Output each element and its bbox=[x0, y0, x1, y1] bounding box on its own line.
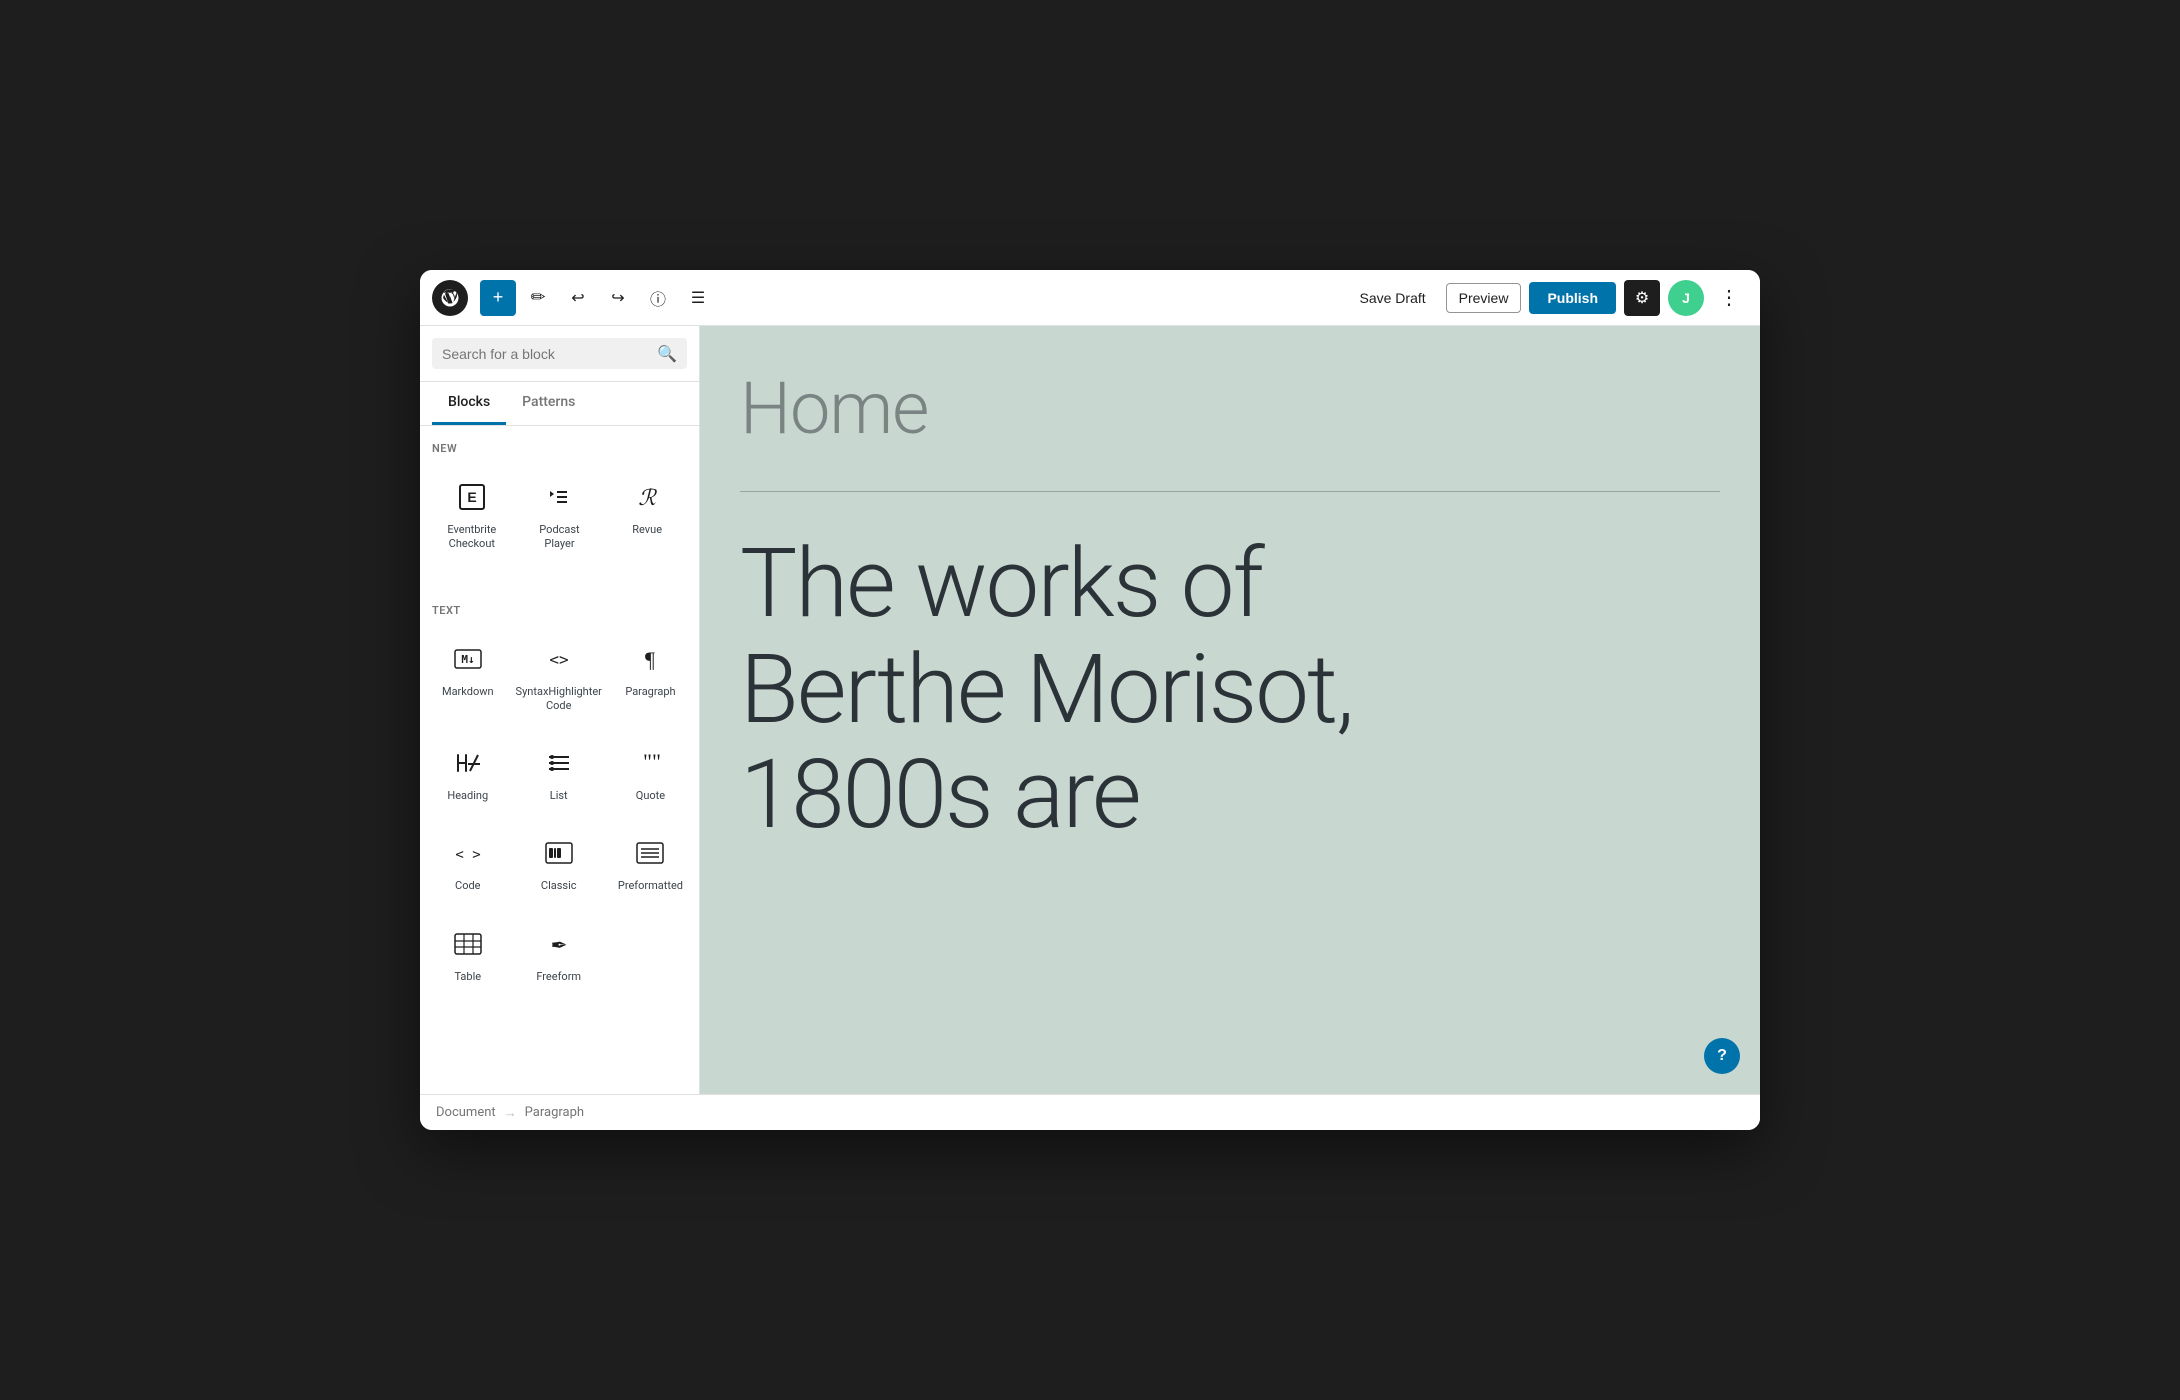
quote-label: Quote bbox=[636, 789, 665, 803]
classic-icon bbox=[541, 835, 577, 871]
classic-label: Classic bbox=[541, 879, 577, 893]
new-blocks-grid: E Eventbrite Checkout Podcast Player ℛ bbox=[432, 467, 687, 564]
section-text: TEXT M↓ Markdown <> SyntaxHighli bbox=[420, 588, 699, 1020]
main-area: 🔍 Blocks Patterns NEW E Eventbrite Check… bbox=[420, 326, 1760, 1094]
list-view-button[interactable]: ☰ bbox=[680, 280, 716, 316]
svg-text:< >: < > bbox=[455, 847, 480, 863]
section-new: NEW E Eventbrite Checkout Podcast Player bbox=[420, 426, 699, 588]
preview-button[interactable]: Preview bbox=[1446, 283, 1522, 313]
svg-text:": " bbox=[643, 749, 652, 774]
code-label: Code bbox=[455, 879, 480, 893]
tab-patterns[interactable]: Patterns bbox=[506, 382, 591, 425]
svg-text:": " bbox=[652, 749, 661, 774]
section-new-label: NEW bbox=[432, 442, 687, 455]
block-item-quote[interactable]: "" Quote bbox=[614, 733, 687, 815]
block-item-syntax[interactable]: <> SyntaxHighlighter Code bbox=[512, 629, 606, 726]
breadcrumb-document[interactable]: Document bbox=[436, 1105, 496, 1120]
block-item-list[interactable]: List bbox=[512, 733, 606, 815]
editor-area[interactable]: Home The works of Berthe Morisot, 1800s … bbox=[700, 326, 1760, 1094]
block-item-preformatted[interactable]: Preformatted bbox=[614, 823, 687, 905]
tab-blocks[interactable]: Blocks bbox=[432, 382, 506, 425]
editor-divider bbox=[740, 491, 1720, 492]
settings-button[interactable]: ⚙ bbox=[1624, 280, 1660, 316]
content-line2: Berthe Morisot, bbox=[740, 634, 1352, 746]
status-bar: Document → Paragraph bbox=[420, 1094, 1760, 1130]
add-block-button[interactable]: + bbox=[480, 280, 516, 316]
info-button[interactable]: ⓘ bbox=[640, 280, 676, 316]
eventbrite-label: Eventbrite Checkout bbox=[436, 523, 508, 552]
heading-icon bbox=[450, 745, 486, 781]
block-item-paragraph[interactable]: ¶ Paragraph bbox=[614, 629, 687, 726]
edit-button[interactable]: ✏ bbox=[520, 280, 556, 316]
text-blocks-grid: M↓ Markdown <> SyntaxHighlighter Code bbox=[432, 629, 687, 996]
markdown-icon: M↓ bbox=[450, 641, 486, 677]
search-icon: 🔍 bbox=[657, 344, 677, 363]
wp-logo-icon bbox=[440, 288, 460, 308]
heading-label: Heading bbox=[447, 789, 488, 803]
main-toolbar: + ✏ ↩ ↪ ⓘ ☰ Save Draft Preview Publish ⚙… bbox=[420, 270, 1760, 326]
markdown-label: Markdown bbox=[442, 685, 494, 699]
paragraph-label: Paragraph bbox=[625, 685, 675, 699]
code-icon: < > bbox=[450, 835, 486, 871]
breadcrumb-separator: → bbox=[504, 1105, 517, 1121]
search-bar: 🔍 bbox=[420, 326, 699, 382]
editor-content[interactable]: The works of Berthe Morisot, 1800s are bbox=[740, 532, 1720, 849]
table-label: Table bbox=[454, 970, 481, 984]
search-wrapper[interactable]: 🔍 bbox=[432, 338, 687, 369]
freeform-label: Freeform bbox=[536, 970, 581, 984]
search-input[interactable] bbox=[442, 346, 649, 362]
syntax-icon: <> bbox=[541, 641, 577, 677]
preformatted-label: Preformatted bbox=[618, 879, 683, 893]
publish-button[interactable]: Publish bbox=[1529, 282, 1616, 314]
content-line1: The works of bbox=[740, 528, 1262, 640]
block-sidebar: 🔍 Blocks Patterns NEW E Eventbrite Check… bbox=[420, 326, 700, 1094]
svg-text:M↓: M↓ bbox=[461, 653, 474, 666]
block-item-freeform[interactable]: ✒ Freeform bbox=[512, 914, 606, 996]
list-label: List bbox=[550, 789, 568, 803]
freeform-icon: ✒ bbox=[541, 926, 577, 962]
svg-text:ℛ: ℛ bbox=[638, 485, 657, 510]
sidebar-tabs: Blocks Patterns bbox=[420, 382, 699, 426]
breadcrumb-paragraph[interactable]: Paragraph bbox=[525, 1105, 584, 1120]
revue-icon: ℛ bbox=[629, 479, 665, 515]
jetpack-button[interactable]: J bbox=[1668, 280, 1704, 316]
block-item-table[interactable]: Table bbox=[432, 914, 504, 996]
svg-text:E: E bbox=[467, 489, 476, 505]
editor-title[interactable]: Home bbox=[740, 366, 1720, 451]
block-item-markdown[interactable]: M↓ Markdown bbox=[432, 629, 504, 726]
table-icon bbox=[450, 926, 486, 962]
block-item-eventbrite[interactable]: E Eventbrite Checkout bbox=[432, 467, 512, 564]
list-icon bbox=[541, 745, 577, 781]
block-item-podcast[interactable]: Podcast Player bbox=[520, 467, 600, 564]
svg-text:✒: ✒ bbox=[550, 933, 567, 957]
svg-text:<>: <> bbox=[549, 650, 568, 669]
block-item-heading[interactable]: Heading bbox=[432, 733, 504, 815]
svg-text:¶: ¶ bbox=[645, 647, 655, 672]
syntax-label: SyntaxHighlighter Code bbox=[516, 685, 602, 714]
podcast-label: Podcast Player bbox=[524, 523, 596, 552]
toolbar-right: Save Draft Preview Publish ⚙ J ⋮ bbox=[1348, 280, 1749, 316]
quote-icon: "" bbox=[632, 745, 668, 781]
revue-label: Revue bbox=[632, 523, 662, 537]
wp-logo[interactable] bbox=[432, 280, 468, 316]
section-text-label: TEXT bbox=[432, 604, 687, 617]
redo-button[interactable]: ↪ bbox=[600, 280, 636, 316]
more-options-button[interactable]: ⋮ bbox=[1712, 280, 1748, 316]
preformatted-icon bbox=[632, 835, 668, 871]
block-item-classic[interactable]: Classic bbox=[512, 823, 606, 905]
block-item-revue[interactable]: ℛ Revue bbox=[607, 467, 687, 564]
save-draft-button[interactable]: Save Draft bbox=[1348, 284, 1438, 312]
eventbrite-icon: E bbox=[454, 479, 490, 515]
content-line3: 1800s are bbox=[740, 739, 1140, 851]
podcast-icon bbox=[541, 479, 577, 515]
paragraph-icon: ¶ bbox=[632, 641, 668, 677]
undo-button[interactable]: ↩ bbox=[560, 280, 596, 316]
block-item-code[interactable]: < > Code bbox=[432, 823, 504, 905]
help-button[interactable]: ? bbox=[1704, 1038, 1740, 1074]
